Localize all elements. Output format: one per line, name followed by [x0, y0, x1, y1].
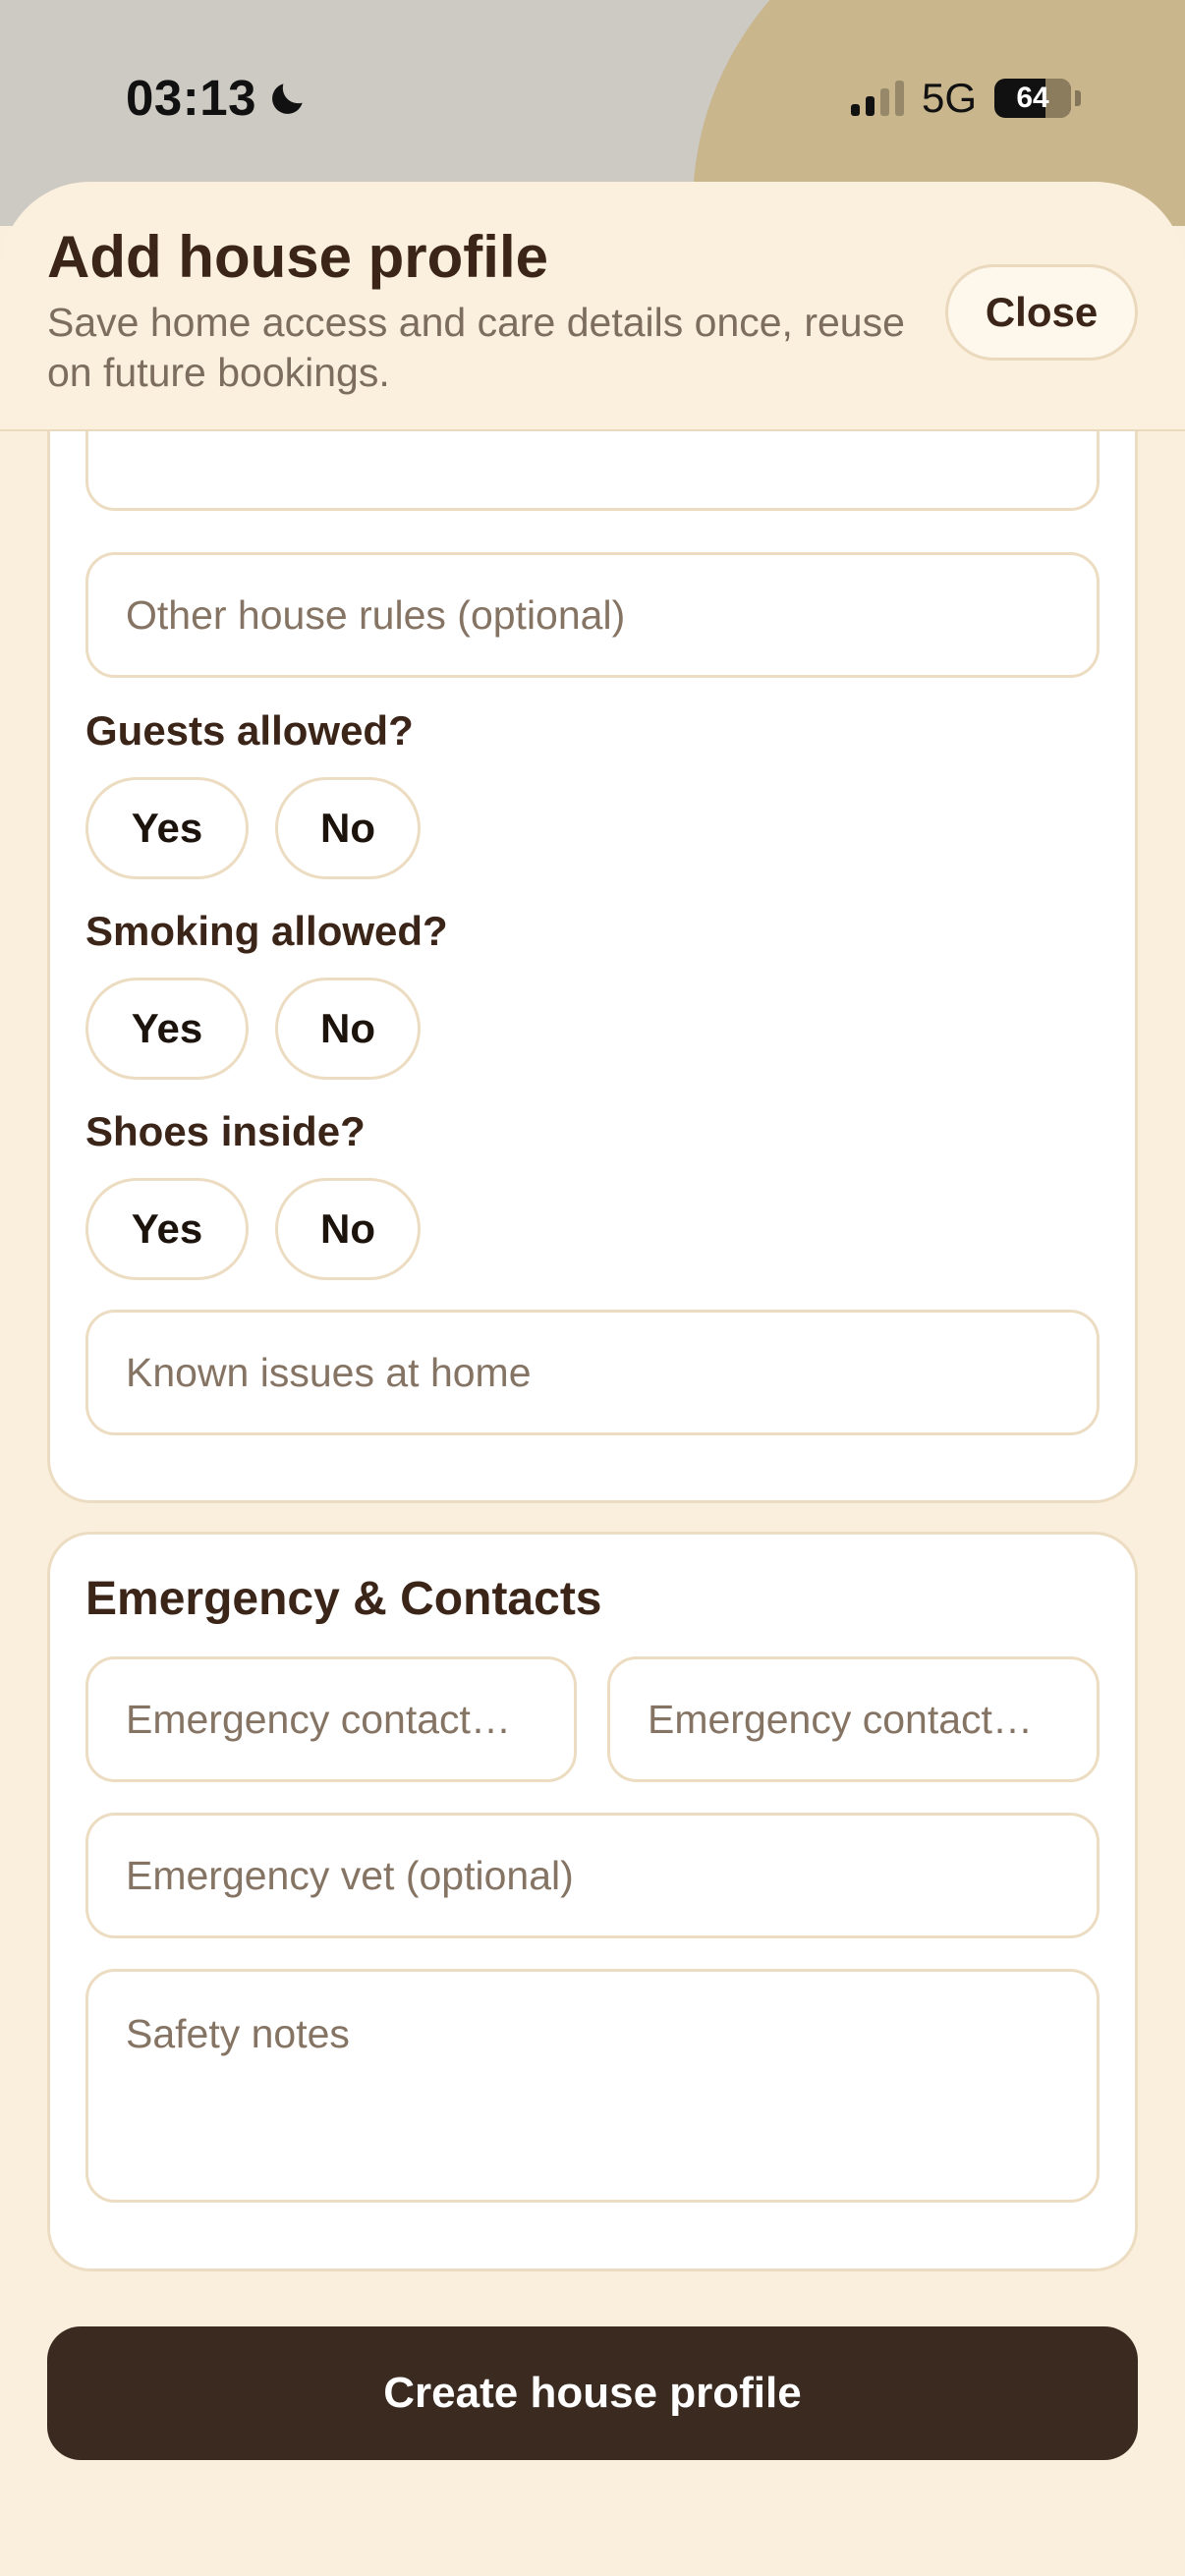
close-button[interactable]: Close: [945, 264, 1138, 361]
shoes-no-button[interactable]: No: [275, 1178, 421, 1280]
sheet-title: Add house profile: [47, 224, 548, 290]
known-issues-input[interactable]: Known issues at home: [85, 1310, 1100, 1435]
create-house-profile-button[interactable]: Create house profile: [47, 2326, 1138, 2460]
emergency-contacts-card: Emergency & Contacts Emergency contact… …: [47, 1532, 1138, 2271]
shoes-inside-label: Shoes inside?: [85, 1108, 366, 1154]
status-indicators: 5G 64: [850, 75, 1081, 122]
guests-no-button[interactable]: No: [275, 777, 421, 879]
emergency-vet-input[interactable]: Emergency vet (optional): [85, 1813, 1100, 1938]
smoking-yes-button[interactable]: Yes: [85, 978, 249, 1080]
status-time: 03:13: [126, 69, 310, 127]
shoes-yes-button[interactable]: Yes: [85, 1178, 249, 1280]
guests-yes-button[interactable]: Yes: [85, 777, 249, 879]
smoking-allowed-label: Smoking allowed?: [85, 908, 448, 954]
other-house-rules-input[interactable]: Other house rules (optional): [85, 552, 1100, 678]
smoking-no-button[interactable]: No: [275, 978, 421, 1080]
sheet-subtitle: Save home access and care details once, …: [47, 300, 905, 395]
moon-icon: [272, 83, 303, 114]
guests-allowed-label: Guests allowed?: [85, 707, 414, 754]
battery-tip: [1075, 90, 1081, 106]
battery-icon: 64: [994, 79, 1071, 118]
network-label: 5G: [921, 75, 977, 121]
emergency-section-title: Emergency & Contacts: [85, 1573, 602, 1625]
sheet-header: Add house profile Save home access and c…: [0, 182, 1185, 431]
battery-level: 64: [1016, 82, 1049, 114]
emergency-contact-name-input[interactable]: Emergency contact…: [85, 1656, 577, 1782]
safety-notes-textarea[interactable]: Safety notes: [85, 1969, 1100, 2203]
house-profile-sheet: Add house profile Save home access and c…: [0, 182, 1185, 2576]
status-time-label: 03:13: [126, 70, 256, 126]
emergency-contact-phone-input[interactable]: Emergency contact…: [607, 1656, 1100, 1782]
signal-icon: [850, 81, 904, 116]
